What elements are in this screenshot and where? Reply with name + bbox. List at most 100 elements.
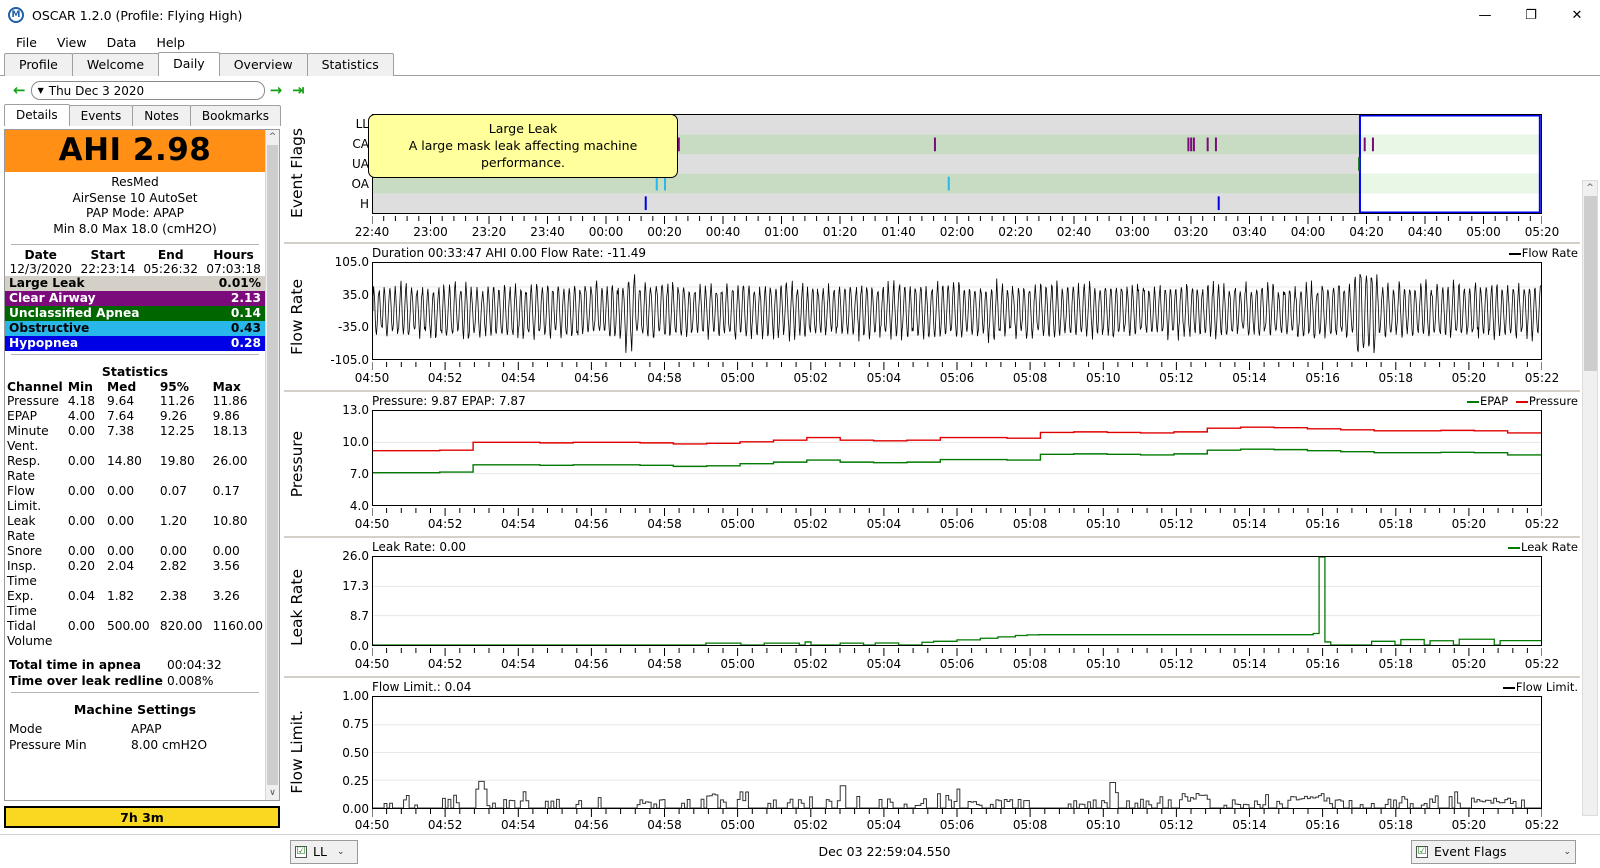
stats-max: 9.86: [212, 409, 240, 423]
graphs-scrollbar[interactable]: ^: [1582, 180, 1598, 816]
x-tick-label: 05:16: [1305, 371, 1340, 385]
stats-header-min: Min: [67, 380, 93, 394]
stats-channel: EPAP: [7, 409, 37, 423]
tooltip-body: A large mask leak affecting machine perf…: [408, 138, 638, 170]
event-flag-row-oa: OA: [351, 177, 369, 191]
subtab-notes[interactable]: Notes: [132, 105, 191, 126]
session-table: Date Start End Hours 12/3/2020 22:23:14 …: [5, 248, 265, 276]
stats-med: 2.04: [107, 559, 135, 573]
subtab-details[interactable]: Details: [4, 104, 70, 126]
minimize-icon[interactable]: —: [1462, 0, 1508, 31]
checkbox-icon[interactable]: ☑: [295, 845, 307, 858]
x-tick-label: 05:10: [1085, 371, 1121, 385]
tab-daily[interactable]: Daily: [158, 52, 220, 76]
event-row-unclassified-apnea[interactable]: Unclassified Apnea 0.14: [5, 306, 265, 321]
menu-data[interactable]: Data: [97, 33, 147, 52]
x-tick-label: 04:56: [574, 517, 609, 531]
event-row-hypopnea[interactable]: Hypopnea 0.28: [5, 336, 265, 351]
event-row-obstructive[interactable]: Obstructive 0.43: [5, 321, 265, 336]
session-header-end: End: [157, 248, 184, 262]
y-tick-label: 105.0: [334, 255, 369, 269]
last-day-icon[interactable]: ⇥: [292, 83, 305, 98]
close-icon[interactable]: ✕: [1554, 0, 1600, 31]
setting-key: Mode: [9, 722, 43, 736]
stats-channel: Flow Limit.: [7, 484, 42, 513]
setting-value: 8.00 cmH2O: [131, 738, 208, 752]
flow-rate-plot[interactable]: [372, 262, 1542, 360]
scroll-up-icon[interactable]: ^: [269, 130, 277, 144]
checkbox-icon[interactable]: ☑: [1416, 845, 1428, 858]
window-title: OSCAR 1.2.0 (Profile: Flying High): [32, 7, 243, 23]
event-value: 0.14: [230, 306, 261, 320]
leak-redline-label: Time over leak redline: [9, 674, 163, 688]
x-tick-label: 04:00: [1290, 225, 1326, 239]
y-tick-label: 0.75: [342, 717, 369, 732]
menu-help[interactable]: Help: [146, 33, 195, 52]
stats-header-p95: 95%: [159, 380, 189, 394]
prev-day-icon[interactable]: ←: [13, 83, 26, 98]
session-hours: 07:03:18: [206, 262, 261, 276]
tab-profile[interactable]: Profile: [4, 53, 73, 76]
graphs-pane: Event Flags LL CA UA OA H 22:40 23:00 23:20 23:…: [280, 102, 1600, 856]
session-hours-button[interactable]: 7h 3m: [4, 806, 280, 828]
event-row-clear-airway[interactable]: Clear Airway 2.13: [5, 291, 265, 306]
next-day-icon[interactable]: →: [270, 83, 283, 98]
maximize-icon[interactable]: ❐: [1508, 0, 1554, 31]
x-tick-label: 05:16: [1305, 517, 1340, 531]
scroll-down-icon[interactable]: ∨: [269, 786, 276, 800]
x-tick-label: 05:20: [1451, 657, 1487, 671]
date-picker[interactable]: ▼ Thu Dec 3 2020: [30, 81, 265, 100]
pressure-plot[interactable]: [372, 410, 1542, 506]
machine-setting-pressure-min: Pressure Min 8.00 cmH2O: [5, 737, 265, 753]
legend-label: Flow Limit.: [1515, 680, 1578, 694]
chart-leak-rate-legend: Leak Rate: [1507, 540, 1578, 554]
event-row-large-leak[interactable]: Large Leak 0.01%: [5, 276, 265, 291]
chart-leak-rate[interactable]: Leak Rate Leak Rate: 0.00 Leak Rate 26.0…: [284, 536, 1580, 676]
total-apnea-time-value: 00:04:32: [167, 658, 222, 672]
tab-statistics[interactable]: Statistics: [306, 53, 394, 76]
stats-channel: Exp. Time: [7, 589, 37, 618]
x-tick-label: 05:00: [1466, 225, 1501, 239]
event-flags-select[interactable]: ☑ Event Flags ⌄: [1411, 839, 1576, 864]
x-tick-label: 05:04: [866, 517, 902, 531]
tab-welcome[interactable]: Welcome: [71, 53, 160, 76]
stats-med: 0.00: [107, 514, 135, 528]
stats-p95: 0.00: [159, 544, 187, 558]
chart-flow-rate[interactable]: Flow Rate Duration 00:33:47 AHI 0.00 Flo…: [284, 242, 1580, 390]
details-scrollbar[interactable]: ^ ∨: [265, 130, 279, 800]
stats-max: 0.00: [212, 544, 240, 558]
menu-view[interactable]: View: [47, 33, 97, 52]
stats-min: 0.00: [67, 484, 96, 498]
x-tick-label: 05:18: [1378, 371, 1414, 385]
stats-min: 0.00: [67, 454, 96, 468]
x-tick-label: 04:56: [574, 818, 609, 832]
x-tick-label: 05:06: [939, 517, 975, 531]
session-header-hours: Hours: [213, 248, 254, 262]
leak-rate-plot[interactable]: [372, 556, 1542, 646]
scroll-up-icon[interactable]: ^: [1586, 181, 1594, 195]
status-bar: ☑ LL ⌄ Dec 03 22:59:04.550 ☑ Event Flags…: [0, 834, 1600, 868]
channel-label: LL: [313, 844, 327, 859]
chart-flow-limit[interactable]: Flow Limit. Flow Limit.: 0.04 Flow Limit…: [284, 676, 1580, 832]
stats-p95: 19.80: [159, 454, 195, 468]
scrollbar-thumb[interactable]: [1583, 196, 1597, 371]
menu-file[interactable]: File: [6, 33, 47, 52]
x-tick-label: 04:56: [574, 657, 609, 671]
x-tick-label: 05:18: [1378, 517, 1414, 531]
stats-p95: 11.26: [159, 394, 195, 408]
stats-p95: 9.26: [159, 409, 187, 423]
channel-select[interactable]: ☑ LL ⌄: [290, 839, 358, 864]
x-tick-label: 05:00: [720, 371, 755, 385]
stats-max: 0.17: [212, 484, 240, 498]
stats-min: 0.20: [67, 559, 96, 573]
legend-swatch-flow-rate: [1508, 252, 1521, 255]
x-tick-label: 05:16: [1305, 818, 1340, 832]
stats-channel: Minute Vent.: [7, 424, 49, 453]
flow-limit-plot[interactable]: [372, 696, 1542, 809]
tab-overview[interactable]: Overview: [218, 53, 308, 76]
table-row: Snore 0.00 0.00 0.00 0.00: [5, 544, 265, 559]
subtab-events[interactable]: Events: [68, 105, 134, 126]
scrollbar-thumb[interactable]: [267, 145, 278, 785]
chart-pressure[interactable]: Pressure Pressure: 9.87 EPAP: 7.87 EPAP …: [284, 390, 1580, 536]
subtab-bookmarks[interactable]: Bookmarks: [189, 105, 281, 126]
